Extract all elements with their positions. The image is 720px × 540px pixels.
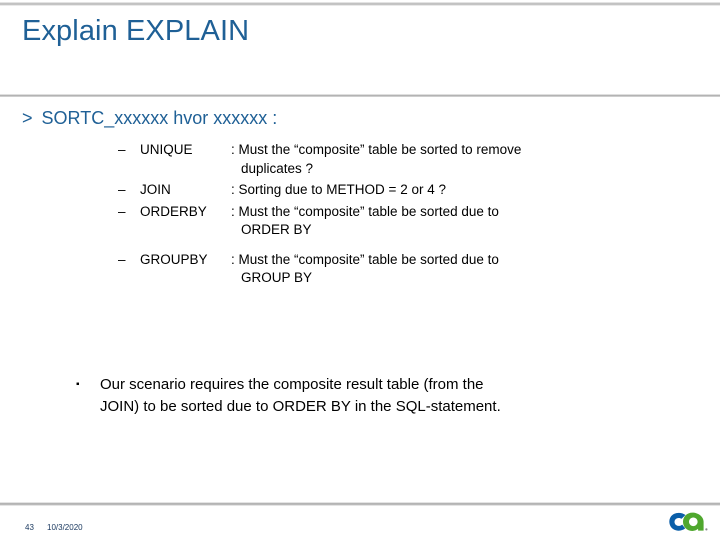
list-item-value: : Must the “composite” table be sorted d… bbox=[230, 203, 678, 240]
footer-divider bbox=[0, 502, 720, 506]
top-accent-bar bbox=[0, 2, 720, 6]
list-item-key: UNIQUE bbox=[140, 142, 193, 157]
list-item-key: ORDERBY bbox=[140, 203, 207, 219]
list-item-key: GROUPBY bbox=[140, 251, 208, 267]
sort-reason-list: – UNIQUE : Must the “composite” table be… bbox=[118, 141, 678, 291]
list-item-value: : Must the “composite” table be sorted t… bbox=[230, 141, 678, 178]
list-item-value-line1: : Must the “composite” table be sorted t… bbox=[231, 142, 522, 157]
header-divider bbox=[0, 94, 720, 97]
list-item-value: : Sorting due to METHOD = 2 or 4 ? bbox=[230, 181, 678, 200]
summary-bullet: ▪ Our scenario requires the composite re… bbox=[76, 374, 656, 418]
dash-bullet-icon: – bbox=[118, 182, 126, 197]
lead-heading-text: SORTC_xxxxxx hvor xxxxxx : bbox=[41, 108, 278, 128]
list-item-value-line1: : Sorting due to METHOD = 2 or 4 ? bbox=[231, 182, 446, 197]
ca-logo bbox=[668, 510, 710, 534]
list-item-value-line2: duplicates ? bbox=[241, 160, 314, 176]
list-item-value-line1: : Must the “composite” table be sorted d… bbox=[231, 203, 499, 219]
summary-line2: JOIN) to be sorted due to ORDER BY in th… bbox=[100, 398, 501, 415]
list-item-value-line1: : Must the “composite” table be sorted d… bbox=[231, 251, 499, 267]
list-item-value-line2: GROUP BY bbox=[241, 270, 313, 285]
list-item-key: JOIN bbox=[140, 182, 171, 197]
list-item-value: : Must the “composite” table be sorted d… bbox=[230, 251, 678, 288]
summary-line1: Our scenario requires the composite resu… bbox=[100, 376, 484, 393]
list-item-value-line2: ORDER BY bbox=[241, 222, 312, 237]
square-bullet-icon: ▪ bbox=[76, 379, 80, 390]
dash-bullet-icon: – bbox=[118, 203, 126, 219]
list-item: – JOIN : Sorting due to METHOD = 2 or 4 … bbox=[118, 181, 678, 200]
summary-text: Our scenario requires the composite resu… bbox=[100, 374, 656, 418]
dash-bullet-icon: – bbox=[118, 142, 126, 157]
dash-bullet-icon: – bbox=[118, 251, 126, 267]
footer-date: 10/3/2020 bbox=[47, 523, 83, 532]
lead-marker-icon: > bbox=[22, 108, 33, 128]
page-title: Explain EXPLAIN bbox=[22, 15, 250, 47]
list-item: – ORDERBY : Must the “composite” table b… bbox=[118, 203, 678, 240]
list-item: – UNIQUE : Must the “composite” table be… bbox=[118, 141, 678, 178]
list-item: – GROUPBY : Must the “composite” table b… bbox=[118, 251, 678, 288]
lead-heading: > SORTC_xxxxxx hvor xxxxxx : bbox=[22, 107, 277, 130]
page-number: 43 bbox=[25, 523, 34, 532]
